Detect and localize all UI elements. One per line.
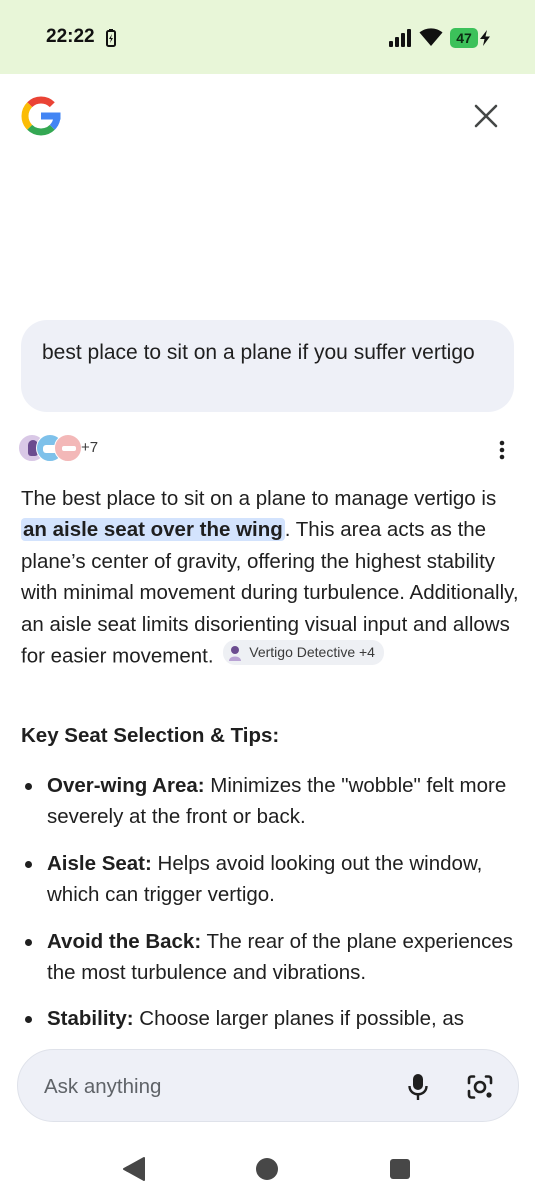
signal-icon	[389, 29, 411, 47]
source-avatars[interactable]	[18, 434, 82, 464]
source-avatar	[54, 434, 82, 462]
mic-button[interactable]	[403, 1070, 433, 1104]
answer-intro: The best place to sit on a plane to mana…	[21, 487, 497, 510]
list-item-title: Avoid the Back:	[47, 929, 202, 953]
wifi-icon	[419, 28, 443, 46]
lens-icon	[467, 1075, 493, 1099]
list-item-text: Choose larger planes if possible, as	[133, 1007, 465, 1031]
query-bubble: best place to sit on a plane if you suff…	[21, 320, 514, 412]
section-heading: Key Seat Selection & Tips:	[21, 724, 280, 747]
more-vert-icon	[499, 440, 505, 460]
answer-highlight: an aisle seat over the wing	[21, 518, 285, 542]
more-options-button[interactable]	[490, 436, 514, 464]
lens-button[interactable]	[463, 1070, 497, 1104]
mic-icon	[408, 1074, 428, 1100]
google-logo	[21, 96, 61, 136]
close-icon	[474, 104, 498, 128]
list-item-title: Stability:	[47, 1007, 134, 1031]
list-item-title: Over-wing Area:	[47, 774, 205, 797]
source-chip[interactable]: Vertigo Detective +4	[223, 640, 384, 666]
tips-list: Over-wing Area: Minimizes the "wobble" f…	[21, 770, 521, 1050]
list-item: Aisle Seat: Helps avoid looking out the …	[21, 848, 521, 911]
battery-saver-icon	[106, 29, 116, 47]
battery-icon: 47	[450, 28, 478, 48]
close-button[interactable]	[466, 96, 506, 136]
list-item: Over-wing Area: Minimizes the "wobble" f…	[21, 770, 521, 833]
recents-icon[interactable]	[389, 1158, 411, 1180]
home-icon[interactable]	[255, 1157, 279, 1181]
source-avatar-icon	[229, 645, 242, 661]
answer-paragraph: The best place to sit on a plane to mana…	[21, 483, 521, 672]
status-bar: 22:22 47	[0, 0, 535, 74]
source-chip-label: Vertigo Detective +4	[249, 643, 375, 660]
list-item-title: Aisle Seat:	[47, 851, 152, 875]
back-icon[interactable]	[120, 1155, 148, 1183]
charging-icon	[480, 30, 490, 46]
ask-input[interactable]	[42, 1070, 386, 1104]
ai-answer: The best place to sit on a plane to mana…	[21, 483, 521, 672]
ask-bar	[17, 1049, 519, 1122]
list-item: Avoid the Back: The rear of the plane ex…	[21, 926, 521, 989]
sources-count[interactable]: +7	[81, 439, 98, 456]
status-time: 22:22	[46, 26, 95, 47]
